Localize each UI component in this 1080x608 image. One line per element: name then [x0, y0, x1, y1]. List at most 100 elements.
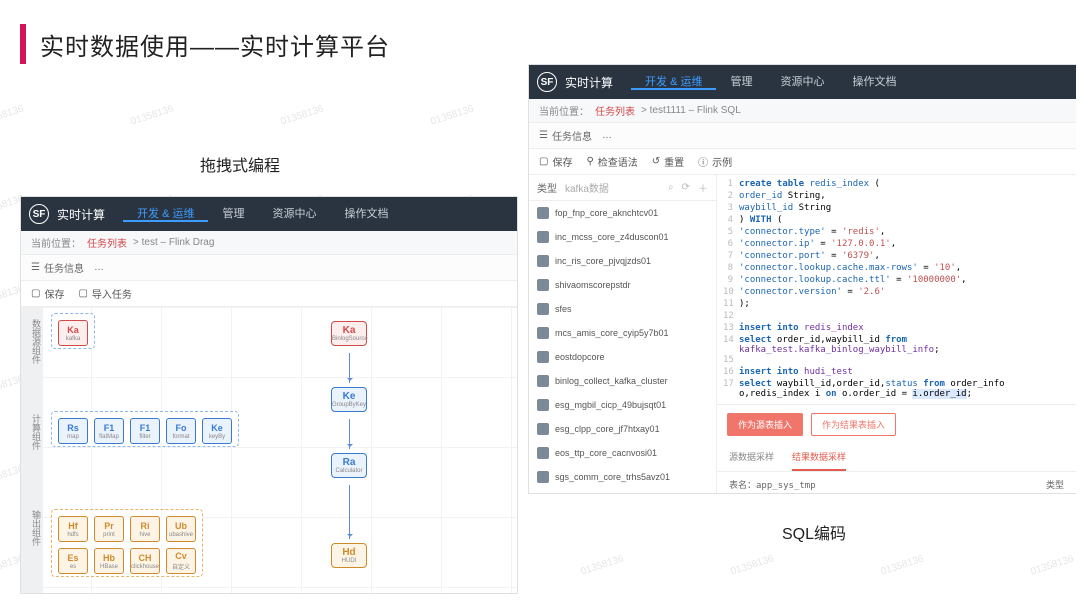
palette-chip[interactable]: Cv自定义	[166, 548, 196, 574]
table-list-item[interactable]: shivaomscorepstdr	[529, 273, 716, 297]
palette-chip[interactable]: Eses	[58, 548, 88, 574]
refresh-icon[interactable]: ⟳	[682, 182, 690, 193]
code-line[interactable]: 2order_id String,	[723, 191, 1070, 203]
nav-item[interactable]: 管理	[716, 76, 766, 88]
palette-chip[interactable]: Hfhdfs	[58, 516, 88, 542]
tab-more[interactable]: …	[602, 130, 612, 141]
table-list-item[interactable]: sgs_comm_core_trhs5avz01	[529, 465, 716, 489]
table-list-item[interactable]: sfes	[529, 297, 716, 321]
type-select[interactable]: kafka数据	[565, 180, 609, 195]
code-line[interactable]: 4) WITH (	[723, 215, 1070, 227]
code-line[interactable]: 17select waybill_id,order_id,status from…	[723, 379, 1070, 399]
side-label-out: 输出组件	[21, 502, 43, 546]
tab-task-info[interactable]: ☰ 任务信息	[539, 128, 592, 143]
save-button[interactable]: ▢ 保存	[31, 286, 64, 301]
table-icon	[537, 423, 549, 435]
code-line[interactable]: 14select order_id,waybill_id from kafka_…	[723, 335, 1070, 355]
table-icon	[537, 231, 549, 243]
check-syntax-button[interactable]: ⚲ 检查语法	[586, 154, 637, 169]
nav-item[interactable]: 资源中心	[766, 76, 838, 88]
palette-chip-kafka[interactable]: Kakafka	[58, 320, 88, 346]
palette-chip[interactable]: KekeyBy	[202, 418, 232, 444]
code-editor[interactable]: 1create table redis_index (2order_id Str…	[717, 175, 1076, 494]
palette-chip[interactable]: CHclickhouse	[130, 548, 160, 574]
code-line[interactable]: 10'connector.version' = '2.6'	[723, 287, 1070, 299]
watermark: 01358136	[279, 103, 325, 127]
table-icon	[537, 471, 549, 483]
code-line[interactable]: 1create table redis_index (	[723, 179, 1070, 191]
flow-node-source[interactable]: KaBinlogSource	[331, 321, 367, 346]
breadcrumb-link[interactable]: 任务列表	[595, 103, 635, 118]
watermark: 01358136	[429, 103, 475, 127]
table-list-item[interactable]: inc_ris_core_pjvqjzds01	[529, 249, 716, 273]
palette-chip[interactable]: F1filter	[130, 418, 160, 444]
side-label-op: 计算组件	[21, 406, 43, 450]
table-list-item[interactable]: fop_fnp_core_aknchtcv01	[529, 201, 716, 225]
insert-as-source-button[interactable]: 作为源表插入	[727, 413, 803, 436]
nav-item[interactable]: 操作文档	[330, 208, 402, 220]
code-line[interactable]: 11);	[723, 299, 1070, 311]
watermark: 01358136	[729, 553, 775, 577]
code-line[interactable]: 9'connector.lookup.cache.ttl' = '1000000…	[723, 275, 1070, 287]
reset-button[interactable]: ↺ 重置	[652, 154, 684, 169]
palette-chip[interactable]: Ububashive	[166, 516, 196, 542]
palette-chip[interactable]: Rihive	[130, 516, 160, 542]
insert-as-result-button[interactable]: 作为结果表插入	[811, 413, 896, 436]
table-icon	[537, 255, 549, 267]
table-icon	[537, 399, 549, 411]
palette-source[interactable]: Kakafka	[51, 313, 95, 349]
flow-node-groupby[interactable]: KeGroupByKey	[331, 387, 367, 412]
breadcrumb-link[interactable]: 任务列表	[87, 235, 127, 250]
table-list-item[interactable]: inc_mcss_core_z4duscon01	[529, 225, 716, 249]
palette-outputs[interactable]: HfhdfsPrprintRihiveUbubashive EsesHbHBas…	[51, 509, 203, 577]
add-icon[interactable]: ＋	[698, 180, 708, 195]
palette-chip[interactable]: Rsmap	[58, 418, 88, 444]
flow-arrow	[349, 353, 350, 383]
tab-task-info[interactable]: ☰ 任务信息	[31, 260, 84, 275]
nav-item[interactable]: 操作文档	[838, 76, 910, 88]
nav-item[interactable]: 资源中心	[258, 208, 330, 220]
nav-item[interactable]: 开发 & 运维	[631, 76, 716, 90]
save-button[interactable]: ▢ 保存	[539, 154, 572, 169]
tab-source-sample[interactable]: 源数据采样	[729, 444, 774, 471]
table-list-item[interactable]: binlog_collect_kafka_cluster	[529, 369, 716, 393]
code-line[interactable]: 3waybill_id String	[723, 203, 1070, 215]
flow-node-sink[interactable]: HdHUDI	[331, 543, 367, 568]
table-list-item[interactable]: eos_ttp_core_cacnvosi01	[529, 441, 716, 465]
code-line[interactable]: 15	[723, 355, 1070, 367]
nav-item[interactable]: 开发 & 运维	[123, 208, 208, 222]
palette-chip[interactable]: F1flatMap	[94, 418, 124, 444]
flow-node-calc[interactable]: RaCalculator	[331, 453, 367, 478]
palette-chip[interactable]: Foformat	[166, 418, 196, 444]
import-button[interactable]: ▢ 导入任务	[78, 286, 131, 301]
palette-operators[interactable]: RsmapF1flatMapF1filterFoformatKekeyBy	[51, 411, 239, 447]
canvas[interactable]: 数据源组件 计算组件 输出组件 Kakafka RsmapF1flatMapF1…	[21, 307, 517, 594]
breadcrumb-current: > test1111 – Flink SQL	[641, 105, 741, 116]
table-list-item[interactable]: esg_mgbil_cicp_49bujsqt01	[529, 393, 716, 417]
page-title: 实时数据使用——实时计算平台	[40, 27, 390, 62]
brand-label: 实时计算	[57, 206, 105, 223]
code-line[interactable]: 7'connector.port' = '6379',	[723, 251, 1070, 263]
table-icon	[537, 327, 549, 339]
tab-result-sample[interactable]: 结果数据采样	[792, 444, 846, 471]
code-line[interactable]: 12	[723, 311, 1070, 323]
palette-chip[interactable]: HbHBase	[94, 548, 124, 574]
tab-more[interactable]: …	[94, 262, 104, 273]
code-line[interactable]: 13insert into redis_index	[723, 323, 1070, 335]
watermark: 01358136	[0, 103, 25, 127]
table-list-item[interactable]: esg_mgbil_cicp_qlggx0gb01	[529, 489, 716, 494]
table-list-item[interactable]: mcs_amis_core_cyip5y7b01	[529, 321, 716, 345]
type-label: 类型	[537, 180, 557, 195]
palette-chip[interactable]: Prprint	[94, 516, 124, 542]
code-line[interactable]: 16insert into hudi_test	[723, 367, 1070, 379]
dt-label-type: 类型	[1046, 478, 1064, 491]
table-list-item[interactable]: eostdopcore	[529, 345, 716, 369]
example-button[interactable]: ⓘ 示例	[698, 154, 732, 169]
sql-window: SF 实时计算 开发 & 运维管理资源中心操作文档 当前位置： 任务列表 > t…	[528, 64, 1076, 494]
nav-item[interactable]: 管理	[208, 208, 258, 220]
code-line[interactable]: 5'connector.type' = 'redis',	[723, 227, 1070, 239]
search-icon[interactable]: ⌕	[668, 182, 674, 193]
code-line[interactable]: 8'connector.lookup.cache.max-rows' = '10…	[723, 263, 1070, 275]
code-line[interactable]: 6'connector.ip' = '127.0.0.1',	[723, 239, 1070, 251]
table-list-item[interactable]: esg_clpp_core_jf7htxay01	[529, 417, 716, 441]
